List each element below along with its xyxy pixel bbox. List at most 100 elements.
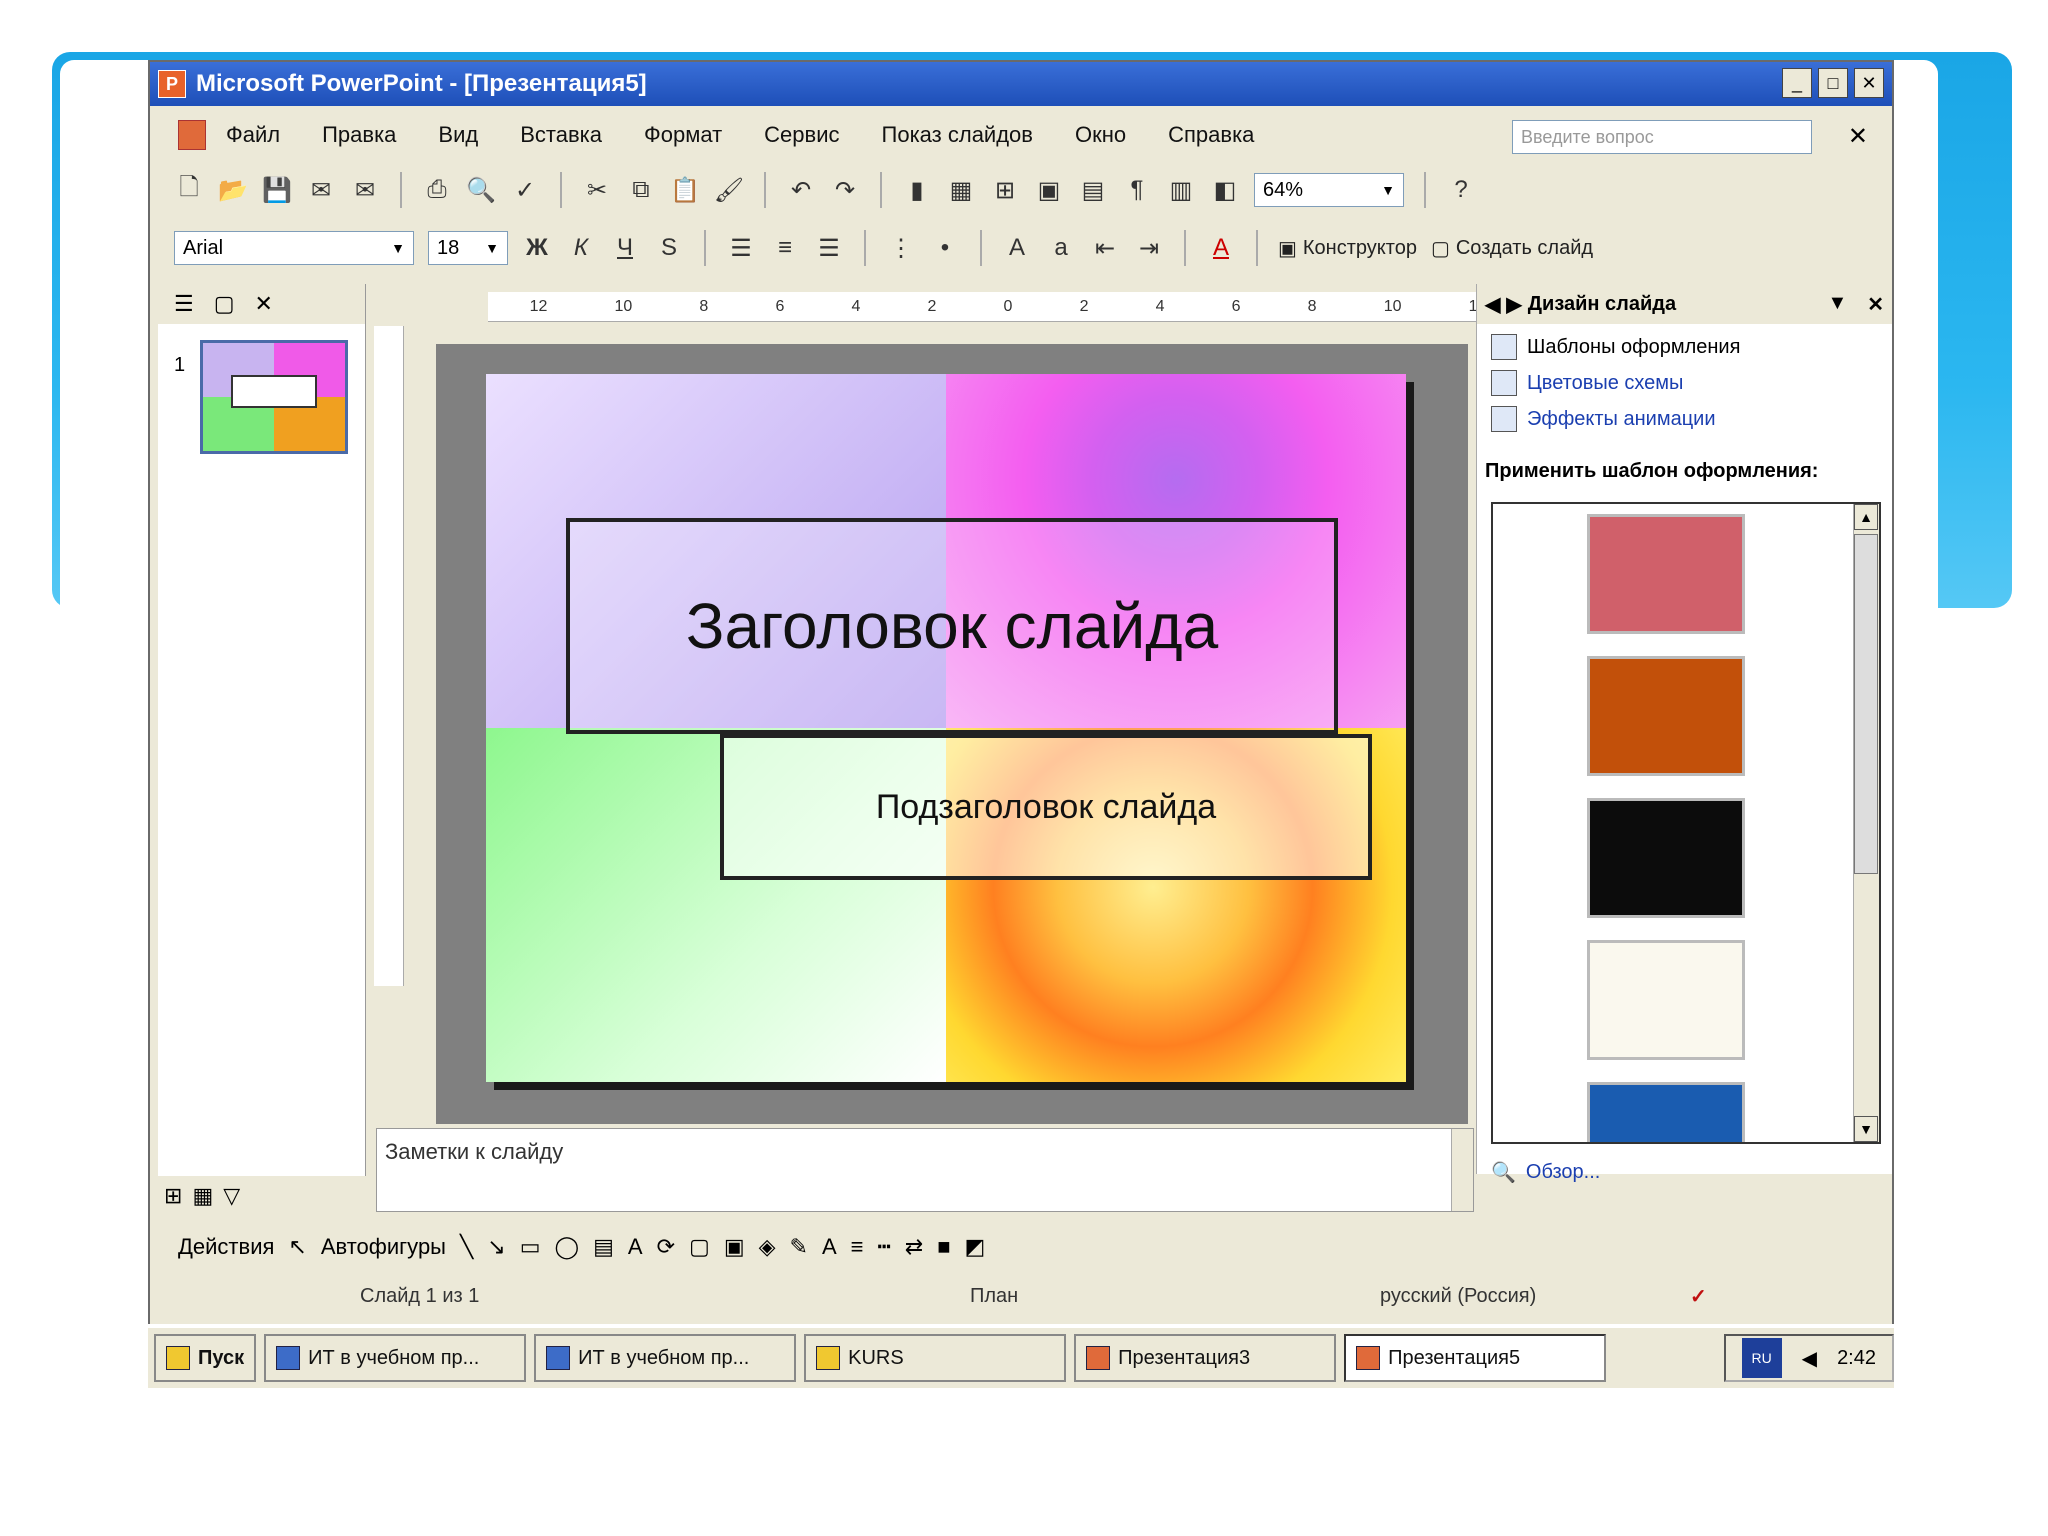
rectangle-icon[interactable]: ▭ [520, 1234, 541, 1260]
scroll-up-icon[interactable]: ▲ [1854, 504, 1878, 530]
italic-icon[interactable]: К [566, 233, 596, 263]
underline-icon[interactable]: Ч [610, 233, 640, 263]
close-task-pane-icon[interactable]: ✕ [1867, 292, 1884, 317]
paste-icon[interactable]: 📋 [670, 175, 700, 205]
zoom-combo[interactable]: 64% ▼ [1254, 173, 1404, 207]
menu-file[interactable]: Файл [226, 122, 280, 148]
redo-icon[interactable]: ↷ [830, 175, 860, 205]
increase-indent-icon[interactable]: ⇥ [1134, 233, 1164, 263]
normal-view-icon[interactable]: ⊞ [164, 1183, 182, 1209]
menu-insert[interactable]: Вставка [520, 122, 602, 148]
shadow-icon[interactable]: S [654, 233, 684, 263]
designer-button[interactable]: ▣ Конструктор [1278, 236, 1417, 261]
copy-icon[interactable]: ⧉ [626, 175, 656, 205]
taskbar-item[interactable]: ИТ в учебном пр... [534, 1334, 797, 1382]
arrow-style-icon[interactable]: ⇄ [905, 1234, 923, 1260]
permission-icon[interactable]: ✉ [306, 175, 336, 205]
taskbar-item[interactable]: KURS [804, 1334, 1067, 1382]
spelling-icon[interactable]: ✓ [510, 175, 540, 205]
maximize-button[interactable]: □ [1818, 68, 1848, 98]
bold-icon[interactable]: Ж [522, 233, 552, 263]
browse-link[interactable]: 🔍 Обзор... [1491, 1160, 1600, 1185]
powerpoint-app-icon[interactable]: P [158, 70, 186, 98]
expand-icon[interactable]: ▤ [1078, 175, 1108, 205]
scroll-thumb[interactable] [1854, 534, 1878, 874]
line-icon[interactable]: ╲ [460, 1234, 473, 1260]
arrow-icon[interactable]: ↘ [487, 1234, 505, 1260]
template-thumbnail[interactable] [1587, 514, 1745, 634]
back-icon[interactable]: ◀ [1485, 292, 1500, 317]
forward-icon[interactable]: ▶ [1506, 292, 1521, 317]
ask-question-input[interactable]: Введите вопрос [1512, 120, 1812, 154]
design-templates-link[interactable]: Шаблоны оформления [1491, 334, 1892, 360]
wordart-icon[interactable]: A [628, 1234, 643, 1260]
help-icon[interactable]: ? [1446, 175, 1476, 205]
color-schemes-link[interactable]: Цветовые схемы [1491, 370, 1892, 396]
sorter-view-icon[interactable]: ▦ [192, 1183, 213, 1209]
start-button[interactable]: Пуск [154, 1334, 257, 1382]
diagram-icon[interactable]: ⟳ [657, 1234, 675, 1260]
font-color-icon[interactable]: A [822, 1234, 837, 1260]
format-painter-icon[interactable]: 🖌 [714, 175, 744, 205]
slide-title-placeholder[interactable]: Заголовок слайда [566, 518, 1338, 734]
new-slide-button[interactable]: ▢ Создать слайд [1431, 236, 1593, 261]
open-folder-icon[interactable]: 📂 [218, 175, 248, 205]
slide-thumbnail[interactable] [200, 340, 348, 454]
menu-slideshow[interactable]: Показ слайдов [882, 122, 1033, 148]
bullets-icon[interactable]: • [930, 233, 960, 263]
animation-schemes-link[interactable]: Эффекты анимации [1491, 406, 1892, 432]
insert-picture-icon[interactable]: ▣ [1034, 175, 1064, 205]
grid-icon[interactable]: ▥ [1166, 175, 1196, 205]
menu-window[interactable]: Окно [1075, 122, 1126, 148]
line-style-icon[interactable]: ≡ [851, 1234, 864, 1260]
dash-style-icon[interactable]: ┅ [878, 1234, 891, 1260]
save-icon[interactable]: 💾 [262, 175, 292, 205]
color-grayscale-icon[interactable]: ◧ [1210, 175, 1240, 205]
chevron-down-icon[interactable]: ▼ [1381, 182, 1395, 198]
line-color-icon[interactable]: ✎ [790, 1234, 808, 1260]
insert-picture-icon[interactable]: ▣ [724, 1234, 745, 1260]
new-document-icon[interactable]: 🗋 [174, 174, 204, 205]
email-icon[interactable]: ✉ [350, 175, 380, 205]
actions-menu[interactable]: Действия [178, 1234, 274, 1260]
close-pane-icon[interactable]: ✕ [255, 291, 273, 317]
menu-format[interactable]: Формат [644, 122, 722, 148]
print-icon[interactable]: ⎙ [422, 175, 452, 205]
font-combo[interactable]: Arial ▼ [174, 231, 414, 265]
align-left-icon[interactable]: ☰ [726, 233, 756, 263]
notes-pane[interactable]: Заметки к слайду [376, 1128, 1474, 1212]
fill-color-icon[interactable]: ◈ [759, 1234, 776, 1260]
template-scrollbar[interactable]: ▲ ▼ [1853, 504, 1879, 1142]
document-close-icon[interactable]: ✕ [1848, 122, 1868, 151]
decrease-font-icon[interactable]: a [1046, 233, 1076, 263]
taskbar-item[interactable]: Презентация3 [1074, 1334, 1337, 1382]
oval-icon[interactable]: ◯ [554, 1234, 579, 1260]
autoshapes-menu[interactable]: Автофигуры [321, 1234, 446, 1260]
outline-tab-icon[interactable]: ☰ [174, 291, 194, 317]
shadow-style-icon[interactable]: ■ [937, 1234, 950, 1260]
numbering-icon[interactable]: ⋮ [886, 233, 916, 263]
spelling-status-icon[interactable]: ✓ [1690, 1284, 1707, 1309]
decrease-indent-icon[interactable]: ⇤ [1090, 233, 1120, 263]
font-size-combo[interactable]: 18 ▼ [428, 231, 508, 265]
undo-icon[interactable]: ↶ [786, 175, 816, 205]
language-indicator[interactable]: RU [1741, 1338, 1782, 1378]
title-bar[interactable]: P Microsoft PowerPoint - [Презентация5] … [150, 62, 1892, 106]
document-icon[interactable] [178, 120, 206, 150]
chevron-down-icon[interactable]: ▼ [391, 240, 405, 256]
taskbar-item[interactable]: ИТ в учебном пр... [264, 1334, 527, 1382]
volume-icon[interactable]: ◀ [1802, 1346, 1817, 1371]
print-preview-icon[interactable]: 🔍 [466, 175, 496, 205]
tables-borders-icon[interactable]: ⊞ [990, 175, 1020, 205]
chevron-down-icon[interactable]: ▼ [1827, 292, 1847, 317]
notes-scrollbar[interactable] [1451, 1129, 1473, 1211]
slides-tab-icon[interactable]: ▢ [214, 291, 235, 317]
chevron-down-icon[interactable]: ▼ [485, 240, 499, 256]
slideshow-view-icon[interactable]: ▽ [223, 1183, 240, 1209]
taskbar-item-active[interactable]: Презентация5 [1344, 1334, 1607, 1382]
menu-tools[interactable]: Сервис [764, 122, 839, 148]
show-formatting-icon[interactable]: ¶ [1122, 175, 1152, 205]
template-thumbnail[interactable] [1587, 656, 1745, 776]
menu-view[interactable]: Вид [438, 122, 478, 148]
menu-edit[interactable]: Правка [322, 122, 396, 148]
